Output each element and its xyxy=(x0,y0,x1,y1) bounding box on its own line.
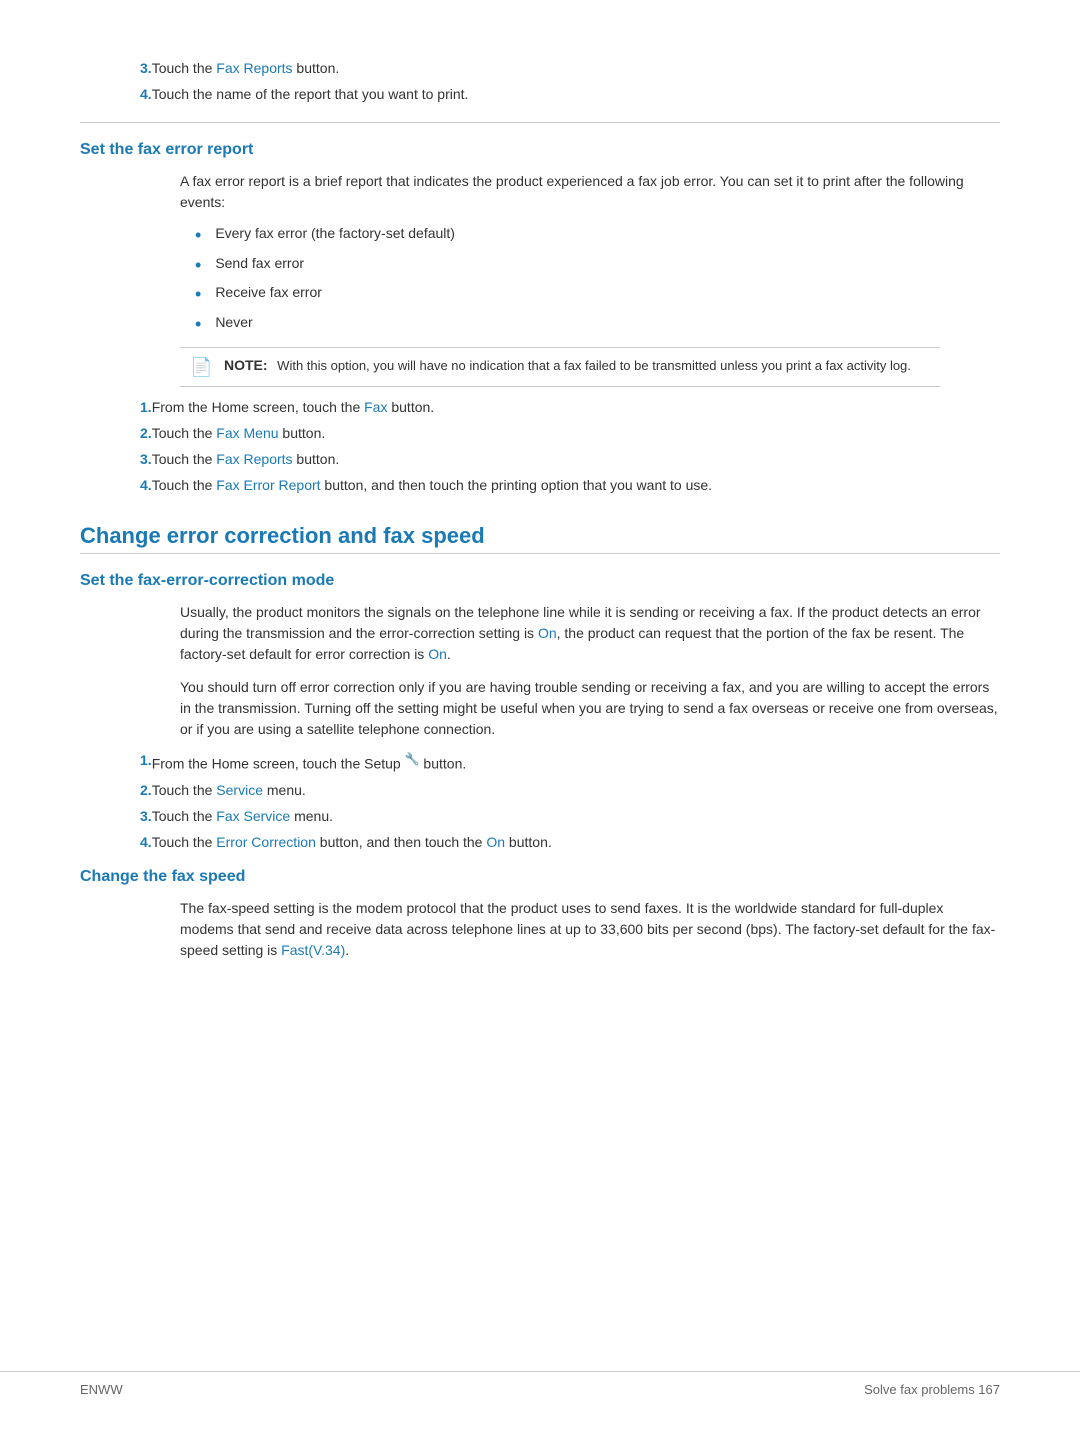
section2-heading: Change error correction and fax speed xyxy=(80,523,1000,554)
section1-body: A fax error report is a brief report tha… xyxy=(80,171,1000,213)
subsection2-heading: Change the fax speed xyxy=(80,868,1000,886)
step-content: Touch the Fax Error Report button, and t… xyxy=(152,477,1000,493)
section1-heading: Set the fax error report xyxy=(80,141,1000,159)
fax-reports-link-1[interactable]: Fax Reports xyxy=(216,60,292,76)
step-number: 4. xyxy=(80,834,152,850)
subsection2-body: The fax-speed setting is the modem proto… xyxy=(80,898,1000,961)
subsection1-step-3: 3. Touch the Fax Service menu. xyxy=(80,808,1000,824)
fax-reports-link-2[interactable]: Fax Reports xyxy=(216,451,292,467)
step-number: 1. xyxy=(80,752,152,768)
bullet-text: Receive fax error xyxy=(215,284,322,300)
service-link[interactable]: Service xyxy=(216,782,263,798)
step-content: Touch the Fax Reports button. xyxy=(152,60,1000,76)
note-icon: 📄 xyxy=(190,357,214,378)
step-number: 3. xyxy=(80,808,152,824)
step-number: 3. xyxy=(80,451,152,467)
step-number: 3. xyxy=(80,60,152,76)
section1-step-2: 2. Touch the Fax Menu button. xyxy=(80,425,1000,441)
subsection1-step-1: 1. From the Home screen, touch the Setup… xyxy=(80,752,1000,772)
bullet-text: Never xyxy=(215,314,252,330)
intro-step-4: 4. Touch the name of the report that you… xyxy=(80,86,1000,102)
subsection1-step-2: 2. Touch the Service menu. xyxy=(80,782,1000,798)
bullet-list: • Every fax error (the factory-set defau… xyxy=(80,225,1000,335)
footer-right: Solve fax problems 167 xyxy=(864,1382,1000,1397)
step-content: Touch the Service menu. xyxy=(152,782,1000,798)
footer-left: ENWW xyxy=(80,1382,123,1397)
on-link-2[interactable]: On xyxy=(428,646,447,662)
on-link-1[interactable]: On xyxy=(538,625,557,641)
step-number: 2. xyxy=(80,782,152,798)
step-content: Touch the Fax Menu button. xyxy=(152,425,1000,441)
section1-step-1: 1. From the Home screen, touch the Fax b… xyxy=(80,399,1000,415)
fax-menu-link[interactable]: Fax Menu xyxy=(216,425,278,441)
note-box: 📄 NOTE: With this option, you will have … xyxy=(180,347,940,387)
bullet-item-4: • Never xyxy=(195,314,1000,336)
page-footer: ENWW Solve fax problems 167 xyxy=(0,1371,1080,1397)
bullet-item-3: • Receive fax error xyxy=(195,284,1000,306)
step-number: 4. xyxy=(80,477,152,493)
subsection1-body2: You should turn off error correction onl… xyxy=(80,677,1000,740)
section1-step-4: 4. Touch the Fax Error Report button, an… xyxy=(80,477,1000,493)
fax-link[interactable]: Fax xyxy=(364,399,387,415)
step-content: From the Home screen, touch the Fax butt… xyxy=(152,399,1000,415)
bullet-text: Every fax error (the factory-set default… xyxy=(215,225,455,241)
bullet-item-2: • Send fax error xyxy=(195,255,1000,277)
on-link-3[interactable]: On xyxy=(486,834,505,850)
bullet-dot: • xyxy=(195,284,201,306)
subsection1-heading: Set the fax-error-correction mode xyxy=(80,572,1000,590)
step-content: From the Home screen, touch the Setup 🔧 … xyxy=(152,752,1000,772)
step-content: Touch the name of the report that you wa… xyxy=(152,86,1000,102)
setup-icon: 🔧 xyxy=(405,752,420,766)
error-correction-link[interactable]: Error Correction xyxy=(216,834,316,850)
bullet-dot: • xyxy=(195,314,201,336)
intro-step-3: 3. Touch the Fax Reports button. xyxy=(80,60,1000,76)
section-divider xyxy=(80,122,1000,123)
bullet-dot: • xyxy=(195,225,201,247)
subsection1-body1: Usually, the product monitors the signal… xyxy=(80,602,1000,665)
bullet-text: Send fax error xyxy=(215,255,304,271)
step-number: 2. xyxy=(80,425,152,441)
note-text: NOTE: With this option, you will have no… xyxy=(224,356,911,376)
bullet-item-1: • Every fax error (the factory-set defau… xyxy=(195,225,1000,247)
fast-v34-link[interactable]: Fast(V.34) xyxy=(281,942,345,958)
fax-service-link[interactable]: Fax Service xyxy=(216,808,290,824)
step-content: Touch the Error Correction button, and t… xyxy=(152,834,1000,850)
step-content: Touch the Fax Service menu. xyxy=(152,808,1000,824)
step-number: 4. xyxy=(80,86,152,102)
fax-error-report-link[interactable]: Fax Error Report xyxy=(216,477,320,493)
note-label: NOTE: xyxy=(224,357,268,373)
section1-step-3: 3. Touch the Fax Reports button. xyxy=(80,451,1000,467)
page: 3. Touch the Fax Reports button. 4. Touc… xyxy=(0,0,1080,1437)
subsection1-step-4: 4. Touch the Error Correction button, an… xyxy=(80,834,1000,850)
step-number: 1. xyxy=(80,399,152,415)
bullet-dot: • xyxy=(195,255,201,277)
step-content: Touch the Fax Reports button. xyxy=(152,451,1000,467)
